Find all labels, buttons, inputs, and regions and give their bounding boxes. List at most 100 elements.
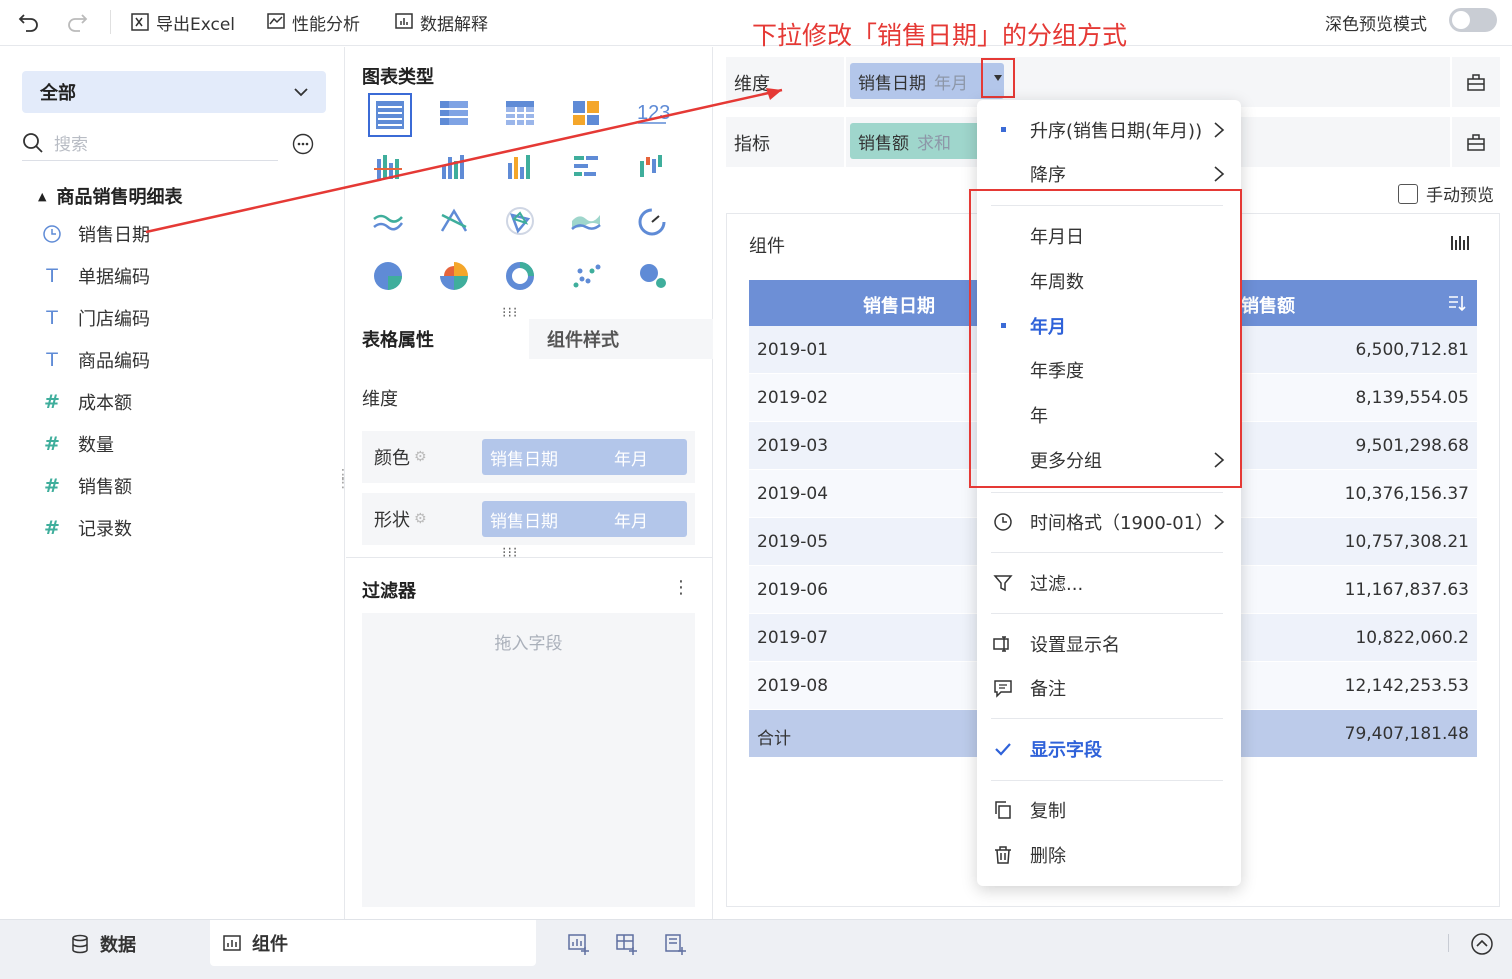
search-input[interactable]: 搜索 <box>54 130 88 155</box>
menu-item-sort-asc[interactable]: 升序(销售日期(年月)) <box>977 110 1241 150</box>
menu-item-label: 年周数 <box>1030 272 1084 293</box>
data-explain-button[interactable]: 数据解释 <box>394 8 488 36</box>
comment-icon <box>991 676 1015 700</box>
menu-item-group-yw[interactable]: 年周数 <box>977 261 1241 301</box>
measure-pill-sales-amount[interactable]: 销售额 求和 <box>850 123 982 159</box>
field-item-doc-code[interactable]: T 单据编码 <box>42 261 150 291</box>
chart-type-number[interactable]: 123 <box>632 93 676 137</box>
menu-item-time-format[interactable]: 时间格式（1900-01） <box>977 502 1241 542</box>
collapse-up-icon[interactable] <box>1470 932 1494 956</box>
tab-component-style[interactable]: 组件样式 <box>529 319 713 359</box>
dimension-shelf-settings[interactable] <box>1450 57 1500 107</box>
menu-item-sort-desc[interactable]: 降序 <box>977 154 1241 194</box>
filter-more-icon[interactable]: ⋮ <box>672 577 690 598</box>
chart-type-grouped-bar[interactable] <box>368 147 412 191</box>
export-excel-button[interactable]: 导出Excel <box>130 8 235 36</box>
menu-item-delete[interactable]: 删除 <box>977 835 1241 875</box>
field-item-record-count[interactable]: # 记录数 <box>42 513 132 543</box>
redo-button[interactable] <box>66 8 88 36</box>
scatter-chart-icon <box>573 264 601 288</box>
menu-item-group-ym[interactable]: 年月 <box>977 306 1241 346</box>
chart-type-kpi-card[interactable] <box>566 93 610 137</box>
chart-type-bubble[interactable] <box>632 255 676 299</box>
menu-item-group-yq[interactable]: 年季度 <box>977 350 1241 390</box>
menu-item-filter[interactable]: 过滤... <box>977 563 1241 603</box>
gauge-icon <box>638 208 666 236</box>
menu-item-group-ymd[interactable]: 年月日 <box>977 216 1241 256</box>
dataset-tree-node[interactable]: ▲ 商品销售明细表 <box>38 183 182 209</box>
tab-component-label: 组件 <box>252 934 288 955</box>
color-field-pill[interactable]: 销售日期 年月 <box>482 439 687 475</box>
measure-pill-label: 销售额 <box>858 133 909 154</box>
chart-type-rose[interactable] <box>434 255 478 299</box>
menu-item-show-field[interactable]: 显示字段 <box>977 729 1241 769</box>
field-item-sales-date[interactable]: 销售日期 <box>42 219 150 249</box>
chart-type-radar[interactable] <box>500 201 544 245</box>
chart-type-multi-column[interactable] <box>500 147 544 191</box>
tab-table-props[interactable]: 表格属性 <box>362 319 434 359</box>
dimension-dropdown-button[interactable] <box>981 58 1015 98</box>
header-sales-date[interactable]: 销售日期 <box>863 292 935 318</box>
menu-item-note[interactable]: 备注 <box>977 668 1241 708</box>
chart-type-waterfall[interactable] <box>632 147 676 191</box>
scope-select-value: 全部 <box>40 83 76 104</box>
chart-type-scatter[interactable] <box>566 255 610 299</box>
undo-button[interactable] <box>18 8 40 36</box>
resize-handle[interactable]: ⁝⁝⁝ <box>502 545 518 561</box>
chart-type-bar[interactable] <box>566 147 610 191</box>
gear-icon[interactable]: ⚙ <box>414 511 427 527</box>
chart-type-area[interactable] <box>566 201 610 245</box>
manual-preview-checkbox[interactable]: 手动预览 <box>1398 181 1494 206</box>
total-value: 79,407,181.48 <box>1344 724 1469 744</box>
chart-type-donut[interactable] <box>500 255 544 299</box>
component-icon <box>223 935 241 951</box>
performance-analysis-button[interactable]: 性能分析 <box>266 8 360 36</box>
field-item-store-code[interactable]: T 门店编码 <box>42 303 150 333</box>
field-item-quantity[interactable]: # 数量 <box>42 429 114 459</box>
field-search[interactable]: 搜索 <box>22 125 278 161</box>
chart-type-table[interactable] <box>368 93 412 137</box>
database-icon <box>72 934 88 954</box>
chart-type-line[interactable] <box>368 201 412 245</box>
field-item-sales-amount[interactable]: # 销售额 <box>42 471 132 501</box>
scope-select[interactable]: 全部 <box>22 71 326 113</box>
cell-date: 2019-08 <box>757 676 829 696</box>
menu-item-group-y[interactable]: 年 <box>977 395 1241 435</box>
chart-type-gauge[interactable] <box>632 201 676 245</box>
shape-field-pill[interactable]: 销售日期 年月 <box>482 501 687 537</box>
filter-drop-zone[interactable]: 拖入字段 <box>362 613 695 907</box>
chart-type-cross-table[interactable] <box>434 93 478 137</box>
field-item-cost[interactable]: # 成本额 <box>42 387 132 417</box>
checkbox-box[interactable] <box>1398 183 1418 204</box>
performance-icon <box>267 13 285 29</box>
field-item-product-code[interactable]: T 商品编码 <box>42 345 150 375</box>
add-component-icon[interactable] <box>567 933 591 955</box>
dark-preview-toggle[interactable] <box>1449 8 1497 32</box>
menu-item-more-group[interactable]: 更多分组 <box>977 440 1241 480</box>
add-table-icon[interactable] <box>615 933 639 955</box>
chart-type-detail-table[interactable] <box>500 93 544 137</box>
add-report-icon[interactable] <box>664 933 688 955</box>
menu-item-copy[interactable]: 复制 <box>977 790 1241 830</box>
chart-type-title: 图表类型 <box>362 67 434 88</box>
chart-toggle-icon[interactable] <box>1449 232 1471 254</box>
chart-type-radar-line[interactable] <box>434 201 478 245</box>
chart-type-pie[interactable] <box>368 255 412 299</box>
shelf-divider <box>844 117 846 167</box>
tab-data[interactable]: 数据 <box>70 920 136 968</box>
sort-icon[interactable] <box>1447 293 1467 313</box>
tab-label: 表格属性 <box>362 330 434 351</box>
gear-icon[interactable]: ⚙ <box>414 449 427 465</box>
header-sales-amount[interactable]: 销售额 <box>1241 292 1295 318</box>
tab-component[interactable]: 组件 <box>210 920 536 966</box>
chevron-right-icon <box>1214 122 1225 138</box>
measure-shelf-settings[interactable] <box>1450 117 1500 167</box>
menu-item-display-name[interactable]: 设置显示名 <box>977 624 1241 664</box>
search-icon <box>23 132 43 153</box>
bar-chart-icon <box>574 156 598 176</box>
menu-item-label: 过滤... <box>1030 574 1084 595</box>
more-options-icon[interactable] <box>292 133 314 155</box>
chart-type-column[interactable] <box>434 147 478 191</box>
number-icon: # <box>44 433 60 455</box>
menu-item-label: 升序(销售日期(年月)) <box>1030 121 1203 142</box>
